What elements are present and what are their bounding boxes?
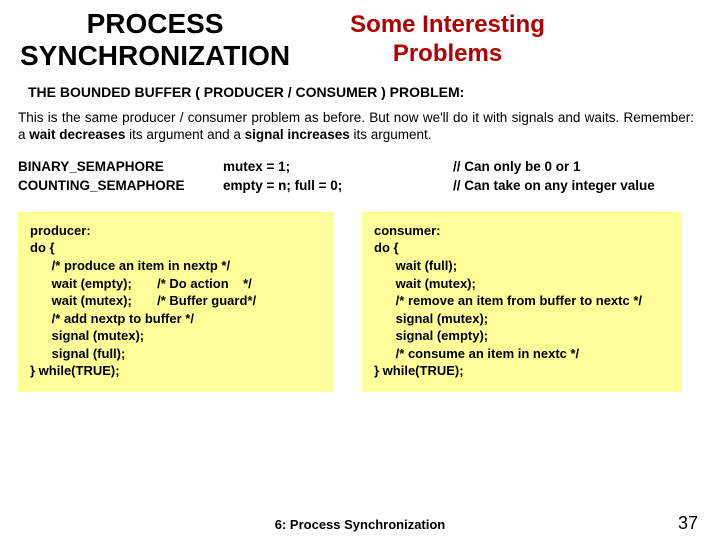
consumer-code-box: consumer: do { wait (full); wait (mutex)…	[362, 212, 682, 392]
sem-comment-binary: // Can only be 0 or 1	[453, 158, 581, 177]
sem-type-counting: COUNTING_SEMAPHORE	[18, 177, 223, 196]
title-right-line2: Problems	[393, 40, 502, 67]
intro-paragraph: This is the same producer / consumer pro…	[18, 110, 694, 144]
sem-comment-counting: // Can take on any integer value	[453, 177, 655, 196]
page-number: 37	[678, 513, 698, 534]
semaphore-declarations: BINARY_SEMAPHORE mutex = 1; // Can only …	[18, 158, 694, 196]
sem-row-counting: COUNTING_SEMAPHORE empty = n; full = 0; …	[18, 177, 694, 196]
sem-init-empty-full: empty = n; full = 0;	[223, 177, 453, 196]
code-row: producer: do { /* produce an item in nex…	[18, 212, 694, 392]
title-right: Some Interesting Problems	[350, 11, 545, 69]
sem-type-binary: BINARY_SEMAPHORE	[18, 158, 223, 177]
sem-row-binary: BINARY_SEMAPHORE mutex = 1; // Can only …	[18, 158, 694, 177]
footer-text: 6: Process Synchronization	[0, 517, 720, 532]
sem-init-mutex: mutex = 1;	[223, 158, 453, 177]
title-left-line2: SYNCHRONIZATION	[20, 40, 290, 71]
problem-heading: THE BOUNDED BUFFER ( PRODUCER / CONSUMER…	[28, 84, 702, 100]
producer-code-box: producer: do { /* produce an item in nex…	[18, 212, 334, 392]
slide-header: PROCESS SYNCHRONIZATION Some Interesting…	[10, 8, 702, 72]
title-left-line1: PROCESS	[87, 8, 224, 39]
title-left: PROCESS SYNCHRONIZATION	[20, 8, 290, 72]
title-right-line1: Some Interesting	[350, 11, 545, 38]
